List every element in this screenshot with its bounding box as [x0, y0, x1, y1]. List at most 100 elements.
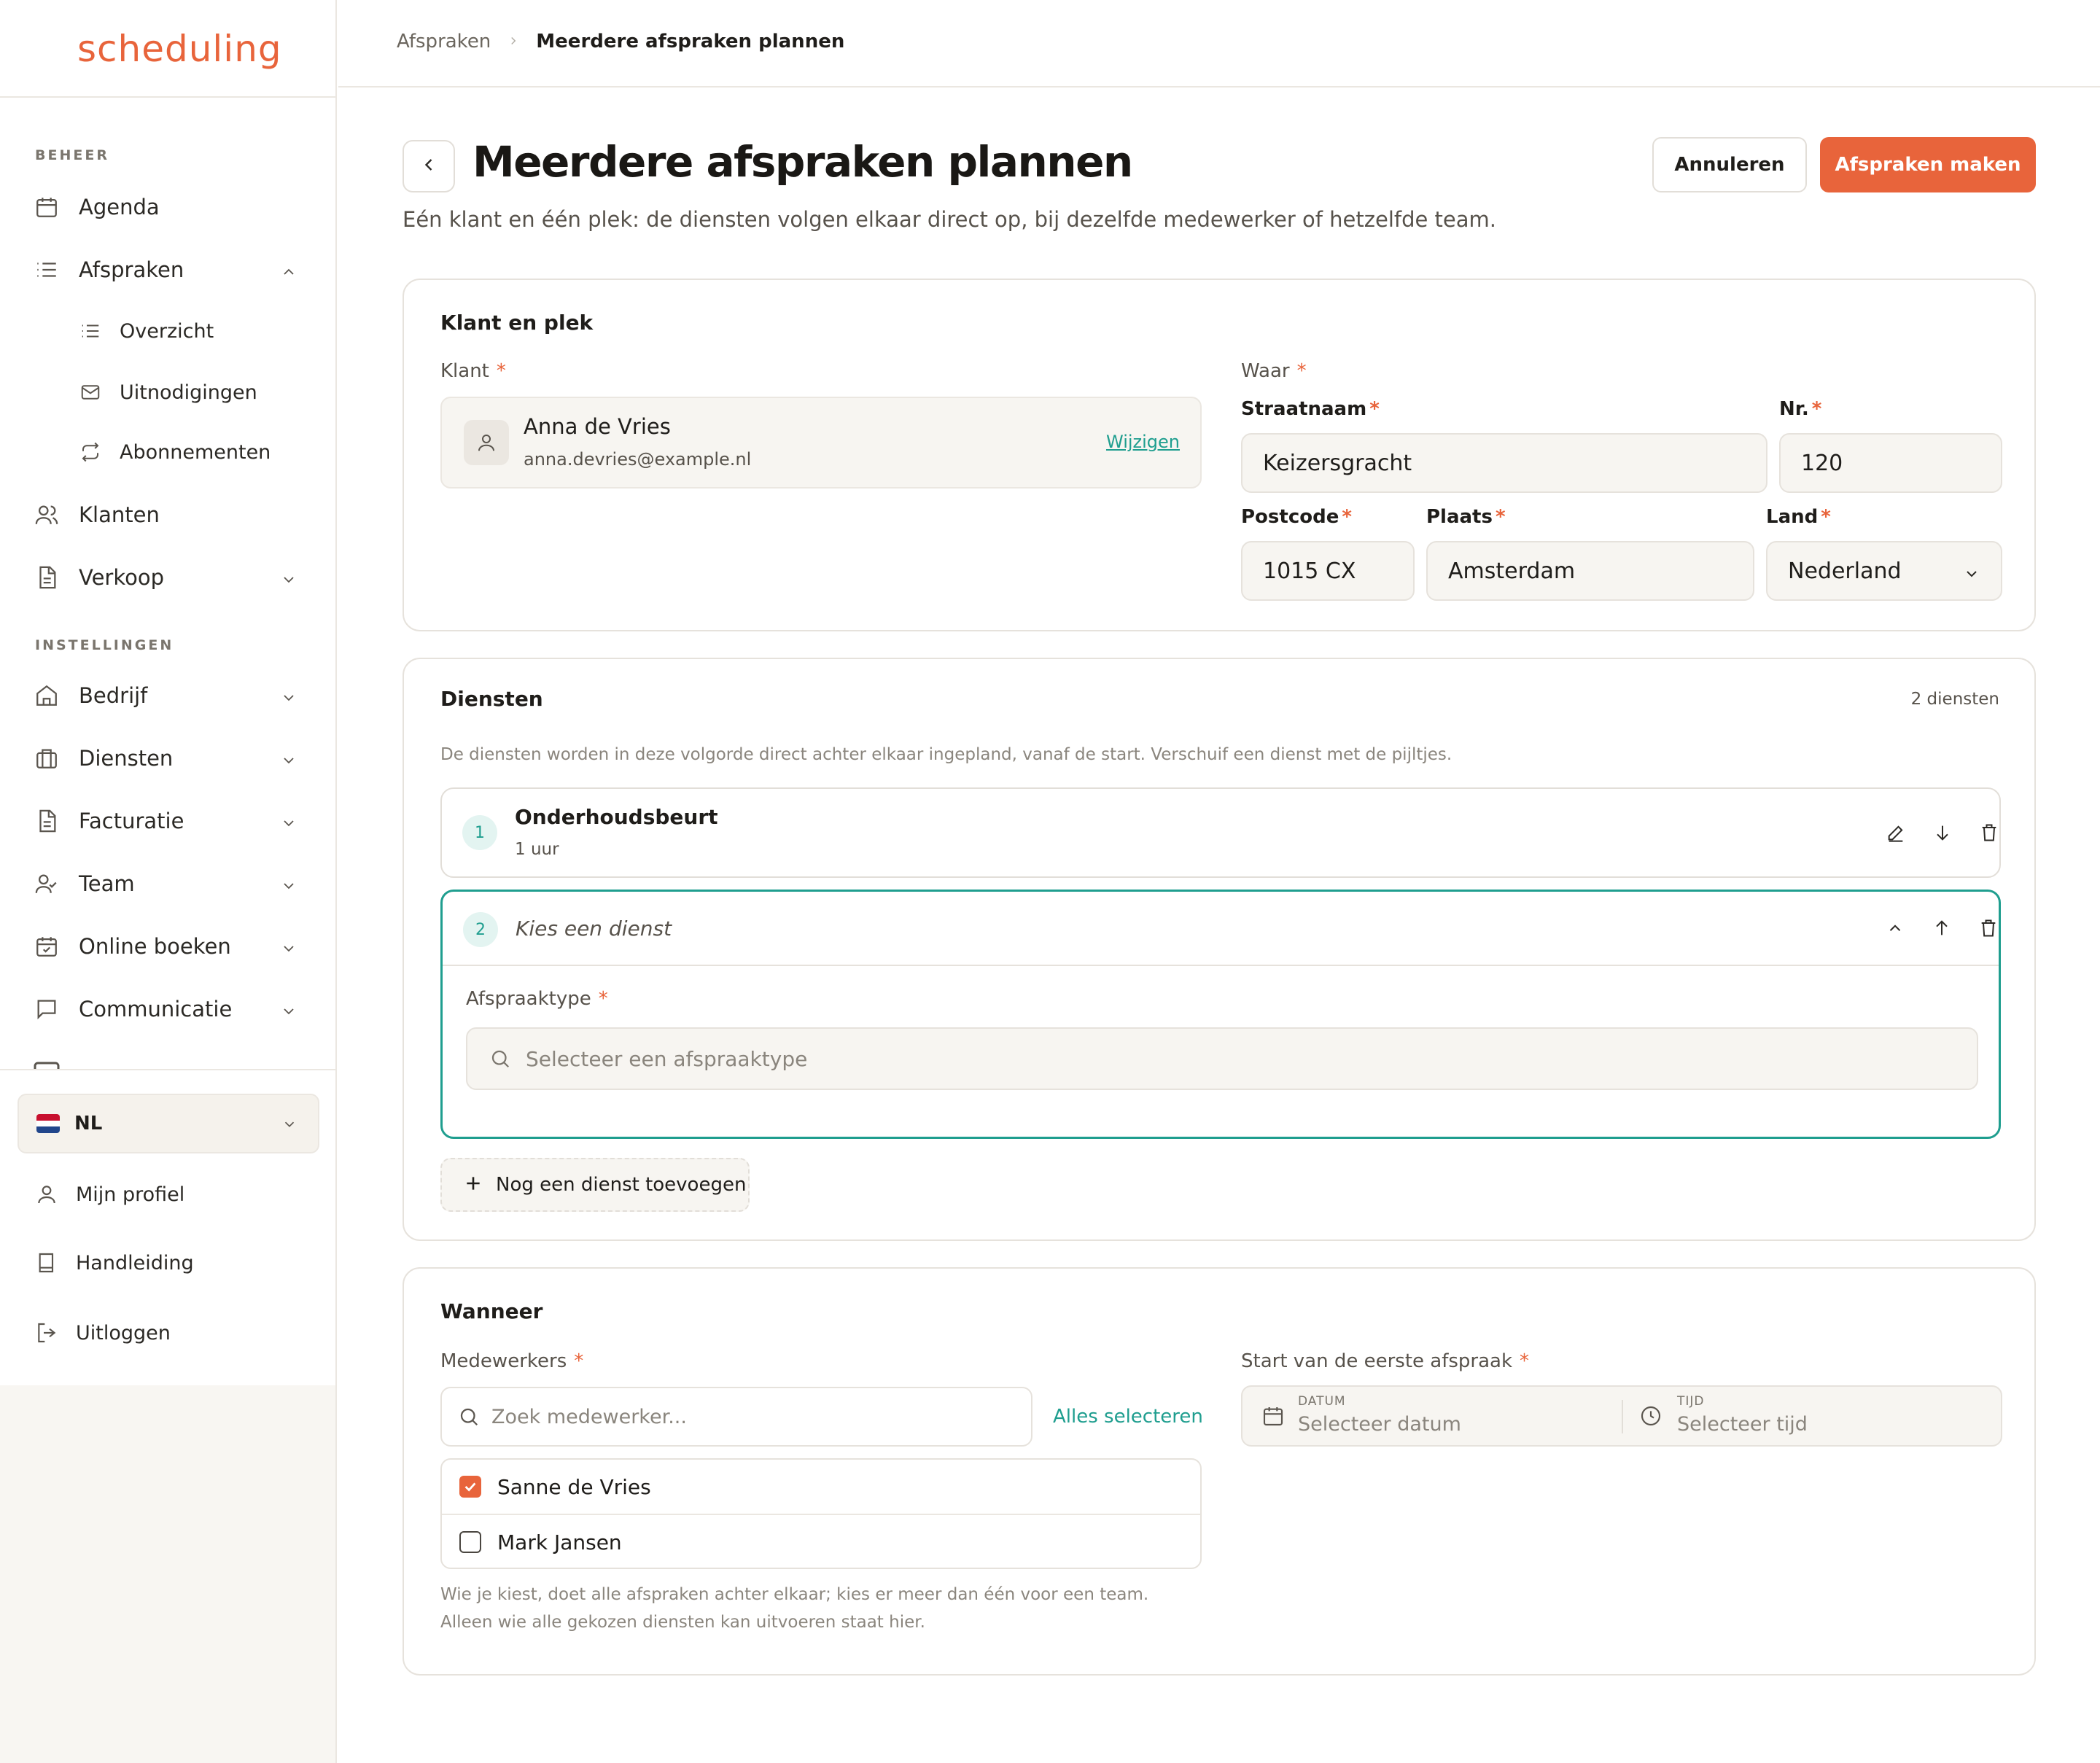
invoice-icon [34, 808, 60, 834]
repeat-icon [79, 440, 102, 464]
sidebar-subitem-abonnementen[interactable]: Abonnementen [79, 432, 271, 472]
service-duration: 1 uur [515, 840, 559, 859]
sidebar-subitem-overzicht[interactable]: Overzicht [79, 311, 214, 351]
logout-icon [34, 1320, 60, 1346]
sidebar-footer-label: Uitloggen [76, 1321, 171, 1344]
mail-icon [79, 381, 102, 404]
sidebar-item-agenda[interactable]: Agenda [34, 185, 160, 229]
sidebar-item-communicatie[interactable]: Communicatie [34, 987, 303, 1031]
services-card: Diensten 2 diensten De diensten worden i… [402, 658, 2036, 1241]
divider [0, 96, 335, 98]
service-placeholder: Kies een dienst [516, 916, 672, 941]
page-subtitle: Eén klant en één plek: de diensten volge… [402, 207, 1496, 232]
date-placeholder: Selecteer datum [1298, 1413, 1461, 1436]
change-client-link[interactable]: Wijzigen [1106, 432, 1180, 452]
sidebar-item-afspraken[interactable]: Afspraken [34, 248, 303, 292]
trash-icon[interactable] [1975, 915, 2002, 941]
sidebar-item-klanten[interactable]: Klanten [34, 493, 160, 537]
employee-row[interactable]: Sanne de Vries [442, 1460, 1200, 1514]
sidebar-footer-label: Mijn profiel [76, 1183, 185, 1206]
chevron-down-icon [280, 750, 298, 774]
sidebar-item-verkoop[interactable]: Verkoop [34, 556, 303, 599]
sidebar-item-bedrijf[interactable]: Bedrijf [34, 674, 303, 717]
time-picker[interactable]: TIJD Selecteer tijd [1625, 1387, 2001, 1445]
breadcrumb-parent[interactable]: Afspraken [397, 31, 491, 52]
sidebar-logout-link[interactable]: Uitloggen [34, 1311, 171, 1355]
employee-name: Sanne de Vries [497, 1474, 651, 1499]
add-service-button[interactable]: Nog een dienst toevoegen [440, 1158, 750, 1212]
section-heading-beheer: BEHEER [35, 147, 109, 163]
chevron-up-icon[interactable] [1882, 915, 1908, 941]
arrow-down-icon[interactable] [1929, 820, 1956, 846]
employee-search-placeholder: Zoek medewerker... [491, 1405, 687, 1428]
create-appointments-button[interactable]: Afspraken maken [1820, 137, 2036, 192]
sidebar-item-diensten[interactable]: Diensten [34, 736, 303, 780]
sidebar-manual-link[interactable]: Handleiding [34, 1241, 194, 1285]
sidebar-scroll-clip [0, 1050, 335, 1069]
book-icon [34, 1250, 60, 1276]
edit-icon[interactable] [1883, 820, 1909, 846]
search-icon [489, 1048, 511, 1070]
briefcase-icon [34, 745, 60, 771]
sidebar-item-label: Agenda [79, 195, 160, 219]
card-title: Wanneer [440, 1299, 543, 1323]
where-label: Waar * [1241, 360, 1307, 382]
checkbox-checked[interactable] [459, 1476, 481, 1498]
city-input[interactable]: Amsterdam [1426, 541, 1754, 601]
house-number-input[interactable]: 120 [1779, 433, 2002, 493]
appointment-type-select[interactable]: Selecteer een afspraaktype [466, 1027, 1978, 1090]
appointment-type-placeholder: Selecteer een afspraaktype [526, 1046, 808, 1071]
add-service-label: Nog een dienst toevoegen [496, 1174, 747, 1196]
employee-search-input[interactable]: Zoek medewerker... [440, 1387, 1032, 1447]
country-select[interactable]: Nederland [1766, 541, 2002, 601]
time-small-label: TIJD [1677, 1394, 1705, 1409]
chevron-right-icon [507, 31, 520, 52]
sidebar-item-facturatie[interactable]: Facturatie [34, 799, 303, 843]
sidebar-profile-link[interactable]: Mijn profiel [34, 1172, 184, 1216]
section-heading-instellingen: INSTELLINGEN [35, 637, 174, 653]
client-location-card: Klant en plek Klant * Anna de Vries anna.… [402, 279, 2036, 631]
back-button[interactable] [402, 140, 455, 192]
sidebar-subitem-uitnodigingen[interactable]: Uitnodigingen [79, 372, 257, 413]
chevron-down-icon [1963, 563, 1980, 588]
app-logo[interactable]: scheduling [77, 28, 282, 70]
employees-label: Medewerkers * [440, 1350, 584, 1372]
chevron-down-icon [280, 1000, 298, 1025]
calendar-icon [1261, 1404, 1285, 1431]
date-picker[interactable]: DATUM Selecteer datum [1242, 1387, 1622, 1445]
start-label: Start van de eerste afspraak * [1241, 1350, 1530, 1372]
postcode-input[interactable]: 1015 CX [1241, 541, 1415, 601]
appointment-type-label: Afspraaktype * [466, 988, 608, 1010]
checkbox-unchecked[interactable] [459, 1531, 481, 1553]
card-title: Klant en plek [440, 311, 594, 335]
street-input[interactable]: Keizersgracht [1241, 433, 1768, 493]
card-title: Diensten [440, 687, 543, 711]
service-item-expanded: 2 Kies een dienst Afspraaktype * Selectee… [440, 890, 2001, 1139]
calendar-icon [34, 194, 60, 220]
service-order-number: 1 [462, 815, 497, 850]
cancel-button[interactable]: Annuleren [1652, 137, 1807, 192]
breadcrumb-current: Meerdere afspraken plannen [536, 31, 845, 52]
sidebar-subitem-label: Uitnodigingen [120, 381, 257, 404]
trash-icon[interactable] [1976, 820, 2002, 846]
select-all-link[interactable]: Alles selecteren [1053, 1406, 1203, 1428]
list-icon [79, 319, 102, 343]
search-icon [458, 1406, 480, 1428]
arrow-up-icon[interactable] [1929, 915, 1955, 941]
sidebar-item-online-boeken[interactable]: Online boeken [34, 925, 303, 968]
flag-nl-icon [36, 1114, 60, 1133]
service-item: 1 Onderhoudsbeurt 1 uur [440, 787, 2001, 878]
sidebar-item-label: Verkoop [79, 565, 165, 590]
sidebar-item-label: Diensten [79, 746, 174, 771]
chat-icon [34, 996, 60, 1022]
top-bar: Afspraken Meerdere afspraken plannen [338, 0, 2100, 87]
sidebar-item-team[interactable]: Team [34, 862, 303, 906]
page-title: Meerdere afspraken plannen [472, 137, 1133, 187]
employee-row[interactable]: Mark Jansen [442, 1515, 1200, 1569]
language-select[interactable]: NL [18, 1094, 319, 1153]
service-name: Onderhoudsbeurt [515, 805, 718, 829]
chevron-left-icon [419, 155, 439, 178]
start-datetime-field: DATUM Selecteer datum TIJD Selecteer tij… [1241, 1385, 2002, 1447]
building-icon [34, 682, 60, 709]
language-label: NL [74, 1113, 103, 1135]
